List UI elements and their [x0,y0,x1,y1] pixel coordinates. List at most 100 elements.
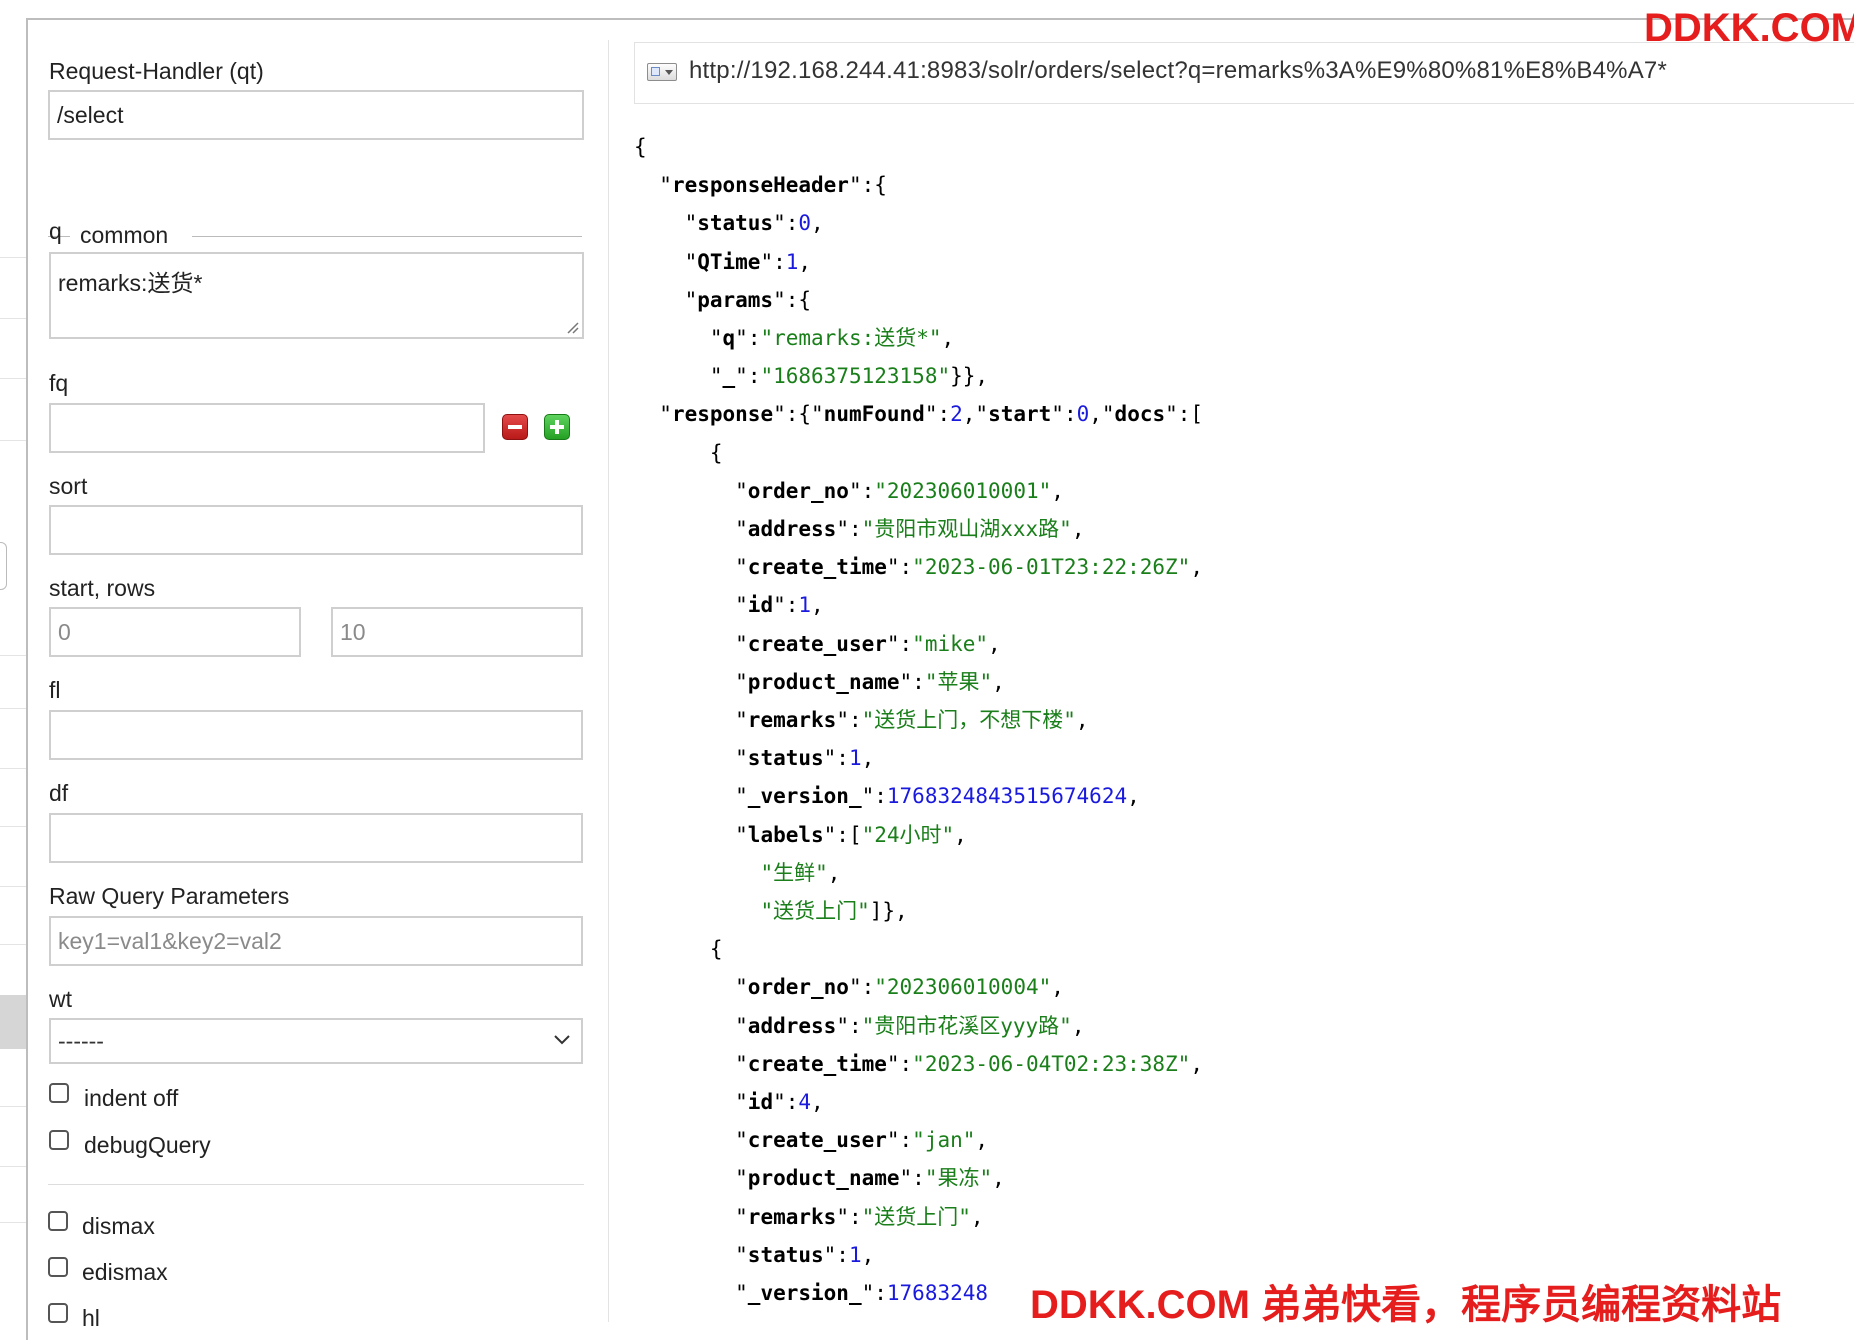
json-punct: ": [848,478,875,503]
json-string: "送货上门" [861,1204,971,1229]
json-punct: , [1190,555,1203,580]
json-string: "送货上门，不想下楼" [861,708,1076,733]
json-punct: , [811,1090,824,1115]
wt-select[interactable]: ------ [49,1018,583,1064]
q-label: q [49,218,62,244]
json-string: "生鲜" [760,860,828,885]
json-punct: " [634,593,748,618]
json-punct: " [634,746,748,771]
json-key: address [747,517,837,542]
json-key: _version_ [747,784,862,809]
json-punct: " [634,555,748,580]
json-punct: ," [962,402,989,427]
json-line: "remarks":"送货上门，不想下楼", [634,701,1203,739]
json-line: "_":"1686375123158"}}, [634,357,1203,395]
json-key: product_name [747,669,900,694]
json-punct: " [634,669,748,694]
json-key: start [988,402,1052,427]
json-punct: ": [886,1051,913,1076]
json-punct: " [634,1090,748,1115]
json-line: { [634,930,1203,968]
json-key: order_no [747,478,849,503]
result-url-link[interactable]: http://192.168.244.41:8983/solr/orders/s… [689,57,1667,85]
json-punct: , [861,746,875,771]
json-number: 0 [1076,402,1090,427]
json-punct: ":{ [848,173,887,198]
window-dropdown-icon[interactable] [647,63,677,81]
dismax-label: dismax [82,1213,155,1239]
json-punct: ": [861,784,887,809]
json-punct: , [975,1128,989,1153]
json-line: "create_user":"mike", [634,625,1203,663]
json-line: "status":0, [634,204,1203,242]
json-punct: " [634,402,672,427]
q-textarea[interactable]: remarks:送货* [49,252,584,339]
raw-params-input[interactable]: key1=val1&key2=val2 [49,916,583,966]
edismax-checkbox[interactable] [48,1257,68,1277]
rows-input[interactable]: 10 [331,607,583,657]
fq-input[interactable] [49,403,485,453]
json-line: "id":1, [634,586,1203,624]
indent-off-checkbox[interactable] [49,1083,69,1103]
fl-label: fl [49,677,61,703]
common-fieldset-legend: common [48,222,582,252]
json-string: "贵阳市观山湖xxx路" [861,517,1072,542]
json-punct: , [798,249,812,274]
json-punct: ":[ [1165,402,1204,427]
json-punct: , [1190,1051,1203,1076]
dismax-checkbox[interactable] [48,1211,68,1231]
json-key: status [697,211,774,236]
debug-query-checkbox[interactable] [49,1130,69,1150]
hl-checkbox[interactable] [48,1303,68,1323]
json-string: "送货上门" [760,899,870,924]
json-line: "id":4, [634,1083,1203,1121]
request-handler-input[interactable]: /select [48,90,584,140]
json-string: "果冻" [924,1166,993,1191]
edismax-label: edismax [82,1259,168,1285]
fl-input[interactable] [49,710,583,760]
json-punct: ": [1051,402,1077,427]
json-punct: , [827,860,841,885]
json-line: "create_time":"2023-06-01T23:22:26Z", [634,548,1203,586]
json-punct: " [634,517,748,542]
resize-grip-icon[interactable] [565,320,579,334]
json-punct: " [634,1166,748,1191]
json-string: "202306010004" [874,975,1052,1000]
json-number: 0 [798,211,812,236]
json-punct: ": [899,669,925,694]
df-input[interactable] [49,813,583,863]
json-punct: ":[ [823,822,862,847]
watermark-top: DDKK.COM [1644,6,1854,50]
common-legend-text: common [80,222,169,248]
start-input[interactable]: 0 [49,607,301,657]
df-label: df [49,780,69,806]
json-punct: ": [760,249,786,274]
json-string: "jan" [912,1128,976,1153]
json-key: create_user [747,631,887,656]
json-number: 17683248 [886,1281,989,1306]
nav-item-active[interactable] [0,995,26,1049]
json-punct: , [1051,478,1064,503]
json-punct: " [634,478,748,503]
chevron-down-icon [554,1035,570,1045]
json-punct: " [634,708,748,733]
collapse-handle[interactable] [0,542,7,590]
json-key: remarks [747,1204,837,1229]
json-punct: , [992,669,1005,694]
json-line: { [634,128,1203,166]
json-punct [634,861,760,885]
json-key: order_no [747,975,849,1000]
json-response: { "responseHeader":{ "status":0, "QTime"… [634,128,1203,1312]
json-string: "202306010001" [874,478,1052,503]
sort-input[interactable] [49,505,583,555]
json-punct: " [634,364,723,389]
json-punct: ": [899,1166,925,1191]
json-punct: " [634,1128,748,1153]
watermark-bottom: DDKK.COM 弟弟快看，程序员编程资料站 [1030,1283,1782,1327]
json-punct: " [634,1281,748,1306]
remove-fq-icon[interactable] [502,414,528,440]
add-fq-icon[interactable] [544,414,570,440]
json-punct: ": [823,746,849,771]
json-line: "labels":["24小时", [634,816,1203,854]
json-key: id [747,593,774,618]
